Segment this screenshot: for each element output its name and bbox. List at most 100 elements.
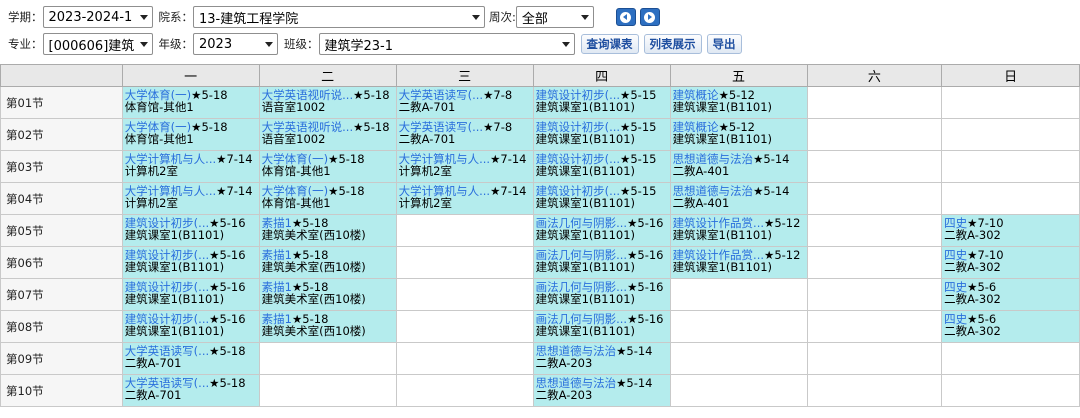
course-cell[interactable]: 大学计算机与人...★7-14 计算机2室 bbox=[121, 150, 260, 183]
course-cell[interactable]: 大学体育(一)★5-18 体育馆-其他1 bbox=[121, 86, 260, 119]
course-cell[interactable]: 大学计算机与人...★7-14 计算机2室 bbox=[395, 182, 534, 215]
course-title[interactable]: 素描1 bbox=[262, 280, 292, 293]
course-name[interactable]: 建筑设计初步(...★5-16 bbox=[123, 279, 259, 293]
course-cell[interactable]: 大学英语读写(...★7-8 二教A-701 bbox=[395, 86, 534, 119]
course-name[interactable]: 四史★5-6 bbox=[942, 279, 1079, 293]
course-name[interactable]: 建筑概论★5-12 bbox=[671, 119, 807, 133]
course-title[interactable]: 四史 bbox=[944, 312, 967, 325]
course-cell[interactable]: 素描1★5-18 建筑美术室(西10楼) bbox=[258, 214, 397, 247]
course-title[interactable]: 建筑设计初步(... bbox=[125, 312, 209, 325]
course-name[interactable]: 四史★5-6 bbox=[942, 311, 1079, 325]
course-title[interactable]: 画法几何与阴影... bbox=[536, 312, 627, 325]
course-title[interactable]: 大学体育(一) bbox=[125, 120, 191, 133]
course-cell[interactable]: 大学计算机与人...★7-14 计算机2室 bbox=[395, 150, 534, 183]
next-week-button[interactable] bbox=[639, 8, 660, 26]
course-cell[interactable]: 四史★7-10 二教A-302 bbox=[941, 214, 1080, 247]
course-cell[interactable]: 画法几何与阴影...★5-16 建筑课室1(B1101) bbox=[532, 214, 671, 247]
course-name[interactable]: 建筑设计初步(...★5-16 bbox=[123, 215, 259, 229]
course-name[interactable]: 大学计算机与人...★7-14 bbox=[397, 151, 533, 165]
course-cell[interactable]: 素描1★5-18 建筑美术室(西10楼) bbox=[258, 246, 397, 279]
course-name[interactable]: 素描1★5-18 bbox=[260, 247, 396, 261]
course-cell[interactable]: 大学英语视听说...★5-18 语音室1002 bbox=[258, 118, 397, 151]
course-title[interactable]: 建筑设计初步(... bbox=[125, 280, 209, 293]
course-name[interactable]: 大学体育(一)★5-18 bbox=[123, 87, 259, 101]
course-name[interactable]: 建筑设计初步(...★5-15 bbox=[534, 119, 670, 133]
course-title[interactable]: 四史 bbox=[944, 216, 967, 229]
course-cell[interactable]: 建筑概论★5-12 建筑课室1(B1101) bbox=[669, 118, 808, 151]
list-view-button[interactable]: 列表展示 bbox=[643, 34, 702, 54]
course-cell[interactable]: 四史★7-10 二教A-302 bbox=[941, 246, 1080, 279]
course-cell[interactable]: 思想道德与法治★5-14 二教A-401 bbox=[669, 182, 808, 215]
course-cell[interactable]: 画法几何与阴影...★5-16 建筑课室1(B1101) bbox=[532, 246, 671, 279]
course-cell[interactable]: 建筑设计初步(...★5-15 建筑课室1(B1101) bbox=[532, 150, 671, 183]
course-title[interactable]: 大学体育(一) bbox=[262, 152, 328, 165]
course-cell[interactable]: 思想道德与法治★5-14 二教A-203 bbox=[532, 342, 671, 375]
course-cell[interactable]: 素描1★5-18 建筑美术室(西10楼) bbox=[258, 278, 397, 311]
course-title[interactable]: 大学英语视听说... bbox=[262, 88, 353, 101]
course-title[interactable]: 建筑设计初步(... bbox=[125, 248, 209, 261]
course-name[interactable]: 大学计算机与人...★7-14 bbox=[397, 183, 533, 197]
course-title[interactable]: 素描1 bbox=[262, 216, 292, 229]
course-cell[interactable]: 画法几何与阴影...★5-16 建筑课室1(B1101) bbox=[532, 278, 671, 311]
course-cell[interactable]: 大学体育(一)★5-18 体育馆-其他1 bbox=[258, 150, 397, 183]
week-select[interactable]: 全部 bbox=[515, 6, 594, 28]
course-cell[interactable]: 建筑设计初步(...★5-16 建筑课室1(B1101) bbox=[121, 214, 260, 247]
course-name[interactable]: 大学英语视听说...★5-18 bbox=[260, 87, 396, 101]
course-name[interactable]: 思想道德与法治★5-14 bbox=[671, 151, 807, 165]
course-title[interactable]: 画法几何与阴影... bbox=[536, 248, 627, 261]
course-title[interactable]: 大学体育(一) bbox=[125, 88, 191, 101]
course-cell[interactable]: 大学英语读写(...★7-8 二教A-701 bbox=[395, 118, 534, 151]
course-title[interactable]: 大学英语读写(... bbox=[125, 344, 209, 357]
course-title[interactable]: 建筑设计作品赏... bbox=[673, 216, 764, 229]
course-name[interactable]: 素描1★5-18 bbox=[260, 279, 396, 293]
prev-week-button[interactable] bbox=[615, 8, 636, 26]
course-title[interactable]: 思想道德与法治 bbox=[536, 376, 617, 389]
course-name[interactable]: 建筑设计作品赏...★5-12 bbox=[671, 215, 807, 229]
course-title[interactable]: 思想道德与法治 bbox=[536, 344, 617, 357]
course-title[interactable]: 建筑概论 bbox=[673, 120, 719, 133]
course-cell[interactable]: 大学体育(一)★5-18 体育馆-其他1 bbox=[258, 182, 397, 215]
query-schedule-button[interactable]: 查询课表 bbox=[580, 34, 639, 54]
course-name[interactable]: 思想道德与法治★5-14 bbox=[534, 343, 670, 357]
course-cell[interactable]: 四史★5-6 二教A-302 bbox=[941, 278, 1080, 311]
export-button[interactable]: 导出 bbox=[706, 34, 742, 54]
course-title[interactable]: 建筑设计初步(... bbox=[536, 152, 620, 165]
course-name[interactable]: 建筑设计初步(...★5-15 bbox=[534, 151, 670, 165]
course-cell[interactable]: 大学计算机与人...★7-14 计算机2室 bbox=[121, 182, 260, 215]
course-title[interactable]: 四史 bbox=[944, 248, 967, 261]
course-cell[interactable]: 大学英语读写(...★5-18 二教A-701 bbox=[121, 342, 260, 375]
course-name[interactable]: 大学英语读写(...★5-18 bbox=[123, 343, 259, 357]
course-cell[interactable]: 建筑设计作品赏...★5-12 建筑课室1(B1101) bbox=[669, 246, 808, 279]
course-title[interactable]: 素描1 bbox=[262, 312, 292, 325]
course-name[interactable]: 大学体育(一)★5-18 bbox=[260, 183, 396, 197]
course-cell[interactable]: 画法几何与阴影...★5-16 建筑课室1(B1101) bbox=[532, 310, 671, 343]
course-title[interactable]: 大学计算机与人... bbox=[399, 152, 490, 165]
course-cell[interactable]: 建筑设计初步(...★5-15 建筑课室1(B1101) bbox=[532, 86, 671, 119]
course-name[interactable]: 思想道德与法治★5-14 bbox=[671, 183, 807, 197]
course-title[interactable]: 四史 bbox=[944, 280, 967, 293]
course-title[interactable]: 建筑设计初步(... bbox=[536, 184, 620, 197]
course-name[interactable]: 大学英语视听说...★5-18 bbox=[260, 119, 396, 133]
course-cell[interactable]: 建筑设计初步(...★5-15 建筑课室1(B1101) bbox=[532, 118, 671, 151]
course-cell[interactable]: 建筑设计作品赏...★5-12 建筑课室1(B1101) bbox=[669, 214, 808, 247]
course-name[interactable]: 大学计算机与人...★7-14 bbox=[123, 151, 259, 165]
course-cell[interactable]: 建筑设计初步(...★5-16 建筑课室1(B1101) bbox=[121, 310, 260, 343]
course-title[interactable]: 建筑设计作品赏... bbox=[673, 248, 764, 261]
course-cell[interactable]: 大学体育(一)★5-18 体育馆-其他1 bbox=[121, 118, 260, 151]
course-name[interactable]: 四史★7-10 bbox=[942, 215, 1079, 229]
course-cell[interactable]: 建筑设计初步(...★5-16 建筑课室1(B1101) bbox=[121, 246, 260, 279]
course-title[interactable]: 大学英语读写(... bbox=[399, 120, 483, 133]
course-name[interactable]: 画法几何与阴影...★5-16 bbox=[534, 311, 670, 325]
course-cell[interactable]: 大学英语读写(...★5-18 二教A-701 bbox=[121, 374, 260, 407]
course-name[interactable]: 大学英语读写(...★7-8 bbox=[397, 87, 533, 101]
semester-select[interactable]: 2023-2024-1 bbox=[42, 6, 153, 28]
course-title[interactable]: 建筑设计初步(... bbox=[125, 216, 209, 229]
course-cell[interactable]: 建筑设计初步(...★5-15 建筑课室1(B1101) bbox=[532, 182, 671, 215]
course-name[interactable]: 画法几何与阴影...★5-16 bbox=[534, 247, 670, 261]
course-title[interactable]: 大学计算机与人... bbox=[125, 184, 216, 197]
course-title[interactable]: 大学计算机与人... bbox=[399, 184, 490, 197]
course-name[interactable]: 思想道德与法治★5-14 bbox=[534, 375, 670, 389]
course-name[interactable]: 建筑设计作品赏...★5-12 bbox=[671, 247, 807, 261]
course-name[interactable]: 大学体育(一)★5-18 bbox=[260, 151, 396, 165]
course-title[interactable]: 画法几何与阴影... bbox=[536, 280, 627, 293]
